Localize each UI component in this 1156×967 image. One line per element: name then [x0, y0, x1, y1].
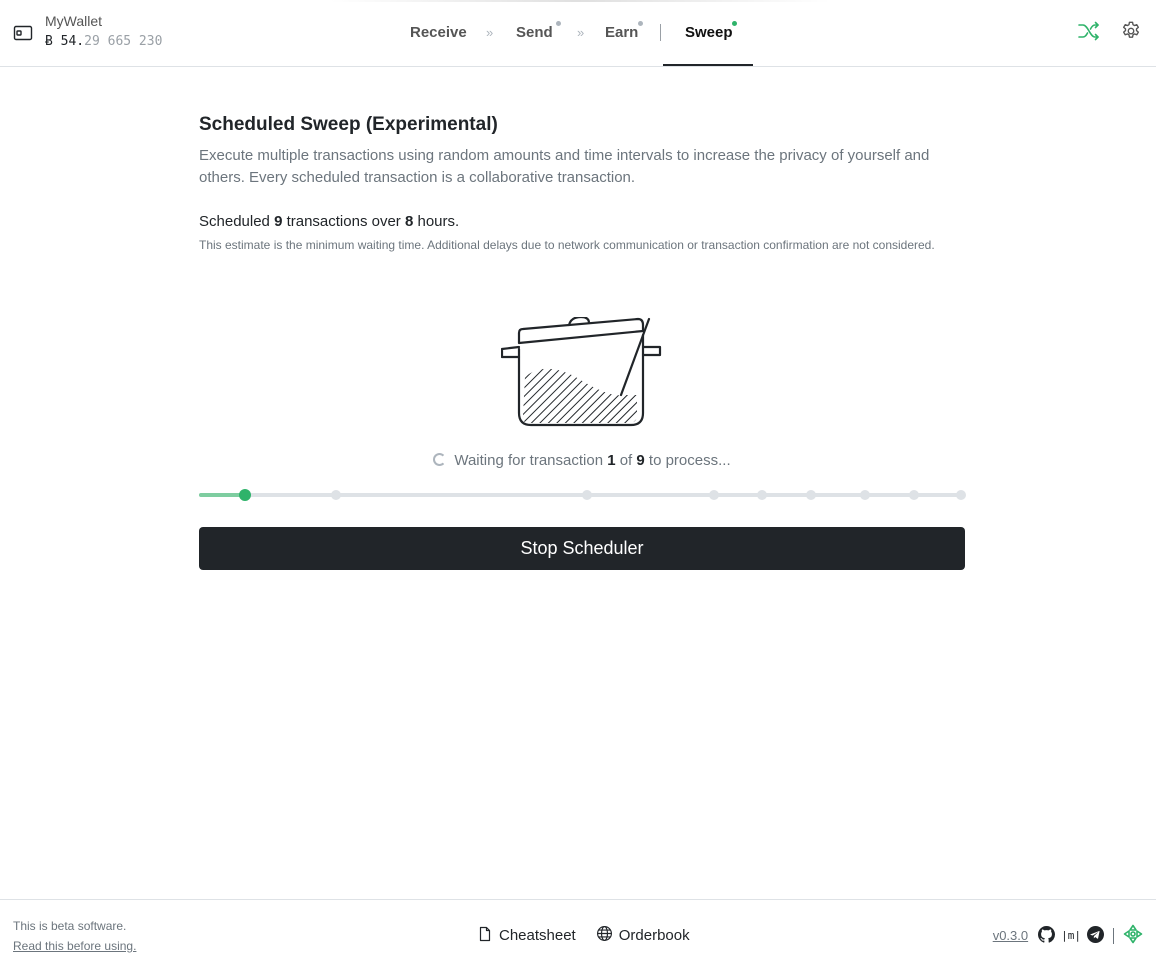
settings-button[interactable]: [1118, 20, 1144, 46]
waiting-suffix: to process...: [644, 452, 731, 469]
tab-send-label: Send: [516, 24, 553, 41]
version-link[interactable]: v0.3.0: [993, 928, 1028, 943]
summary-suffix: hours.: [413, 213, 460, 230]
cooking-pot-illustration: [500, 315, 663, 434]
jam-shuffle-button[interactable]: [1076, 20, 1102, 46]
status-dot: [556, 21, 561, 26]
telegram-link[interactable]: [1087, 925, 1104, 946]
progress-tick: [708, 490, 719, 500]
cheatsheet-label: Cheatsheet: [499, 927, 576, 944]
waiting-status: Waiting for transaction 1 of 9 to proces…: [199, 450, 965, 472]
current-transaction: 1: [607, 452, 616, 469]
progress-tick: [908, 490, 919, 500]
progress-tick: [757, 490, 767, 500]
gear-icon: [1120, 20, 1142, 47]
globe-icon: [596, 925, 619, 946]
orderbook-label: Orderbook: [618, 927, 690, 944]
matrix-link[interactable]: |m|: [1061, 929, 1081, 942]
main-nav: Receive » Send » Earn Sweep: [0, 0, 1156, 66]
tab-sweep-label: Sweep: [685, 24, 733, 41]
tab-earn[interactable]: Earn: [605, 21, 643, 42]
summary-mid: transactions over: [282, 213, 405, 230]
loading-spinner-icon: [433, 453, 447, 466]
nav-divider: [660, 24, 661, 41]
progress-tick: [956, 490, 967, 500]
footer: This is beta software. Read this before …: [0, 899, 1156, 967]
waiting-prefix: Waiting for transaction: [454, 452, 608, 469]
beta-text: This is beta software.: [13, 919, 127, 933]
file-icon: [477, 926, 499, 946]
summary-prefix: Scheduled: [199, 213, 275, 230]
waiting-mid: of: [615, 452, 637, 469]
progress-tick: [806, 490, 817, 500]
status-dot: [732, 21, 737, 26]
footer-meta: v0.3.0 |m|: [993, 924, 1146, 947]
telegram-icon: [1087, 925, 1104, 946]
progress-tick: [331, 490, 342, 500]
tab-sweep[interactable]: Sweep: [685, 21, 737, 42]
estimate-note: This estimate is the minimum waiting tim…: [199, 238, 935, 252]
tab-receive[interactable]: Receive: [410, 24, 467, 42]
progress-tick: [581, 490, 592, 500]
active-tab-indicator: [663, 64, 753, 66]
footer-divider: [1113, 927, 1114, 944]
shuffle-icon: [1077, 19, 1101, 48]
total-transactions: 9: [636, 452, 645, 469]
top-header: MyWallet Ƀ 54.29 665 230 Receive » Send …: [0, 0, 1156, 67]
tab-send[interactable]: Send: [516, 21, 561, 42]
page-description: Execute multiple transactions using rand…: [199, 147, 930, 186]
nav-separator: »: [577, 25, 585, 40]
schedule-summary: Scheduled 9 transactions over 8 hours.: [199, 212, 965, 232]
tab-earn-label: Earn: [605, 24, 639, 41]
github-icon: [1038, 925, 1056, 946]
jam-logo-link[interactable]: [1123, 924, 1143, 947]
page-title: Scheduled Sweep (Experimental): [199, 114, 498, 135]
progress-tick-current: [238, 489, 251, 501]
beta-notice: This is beta software. Read this before …: [13, 916, 136, 956]
stop-scheduler-button[interactable]: Stop Scheduler: [199, 527, 965, 570]
beta-info-link[interactable]: Read this before using.: [13, 939, 136, 953]
jam-logo-icon: [1123, 924, 1143, 947]
status-dot: [638, 21, 643, 26]
schedule-progress-bar: [199, 489, 967, 501]
progress-tick: [859, 490, 870, 500]
sweep-panel: Scheduled Sweep (Experimental) Execute m…: [199, 113, 967, 570]
cheatsheet-link[interactable]: Cheatsheet: [477, 926, 576, 946]
footer-links: Cheatsheet Orderbook: [477, 925, 710, 946]
orderbook-link[interactable]: Orderbook: [596, 925, 690, 946]
matrix-icon: |m|: [1061, 929, 1081, 942]
github-link[interactable]: [1038, 925, 1056, 946]
nav-separator: »: [486, 25, 494, 40]
